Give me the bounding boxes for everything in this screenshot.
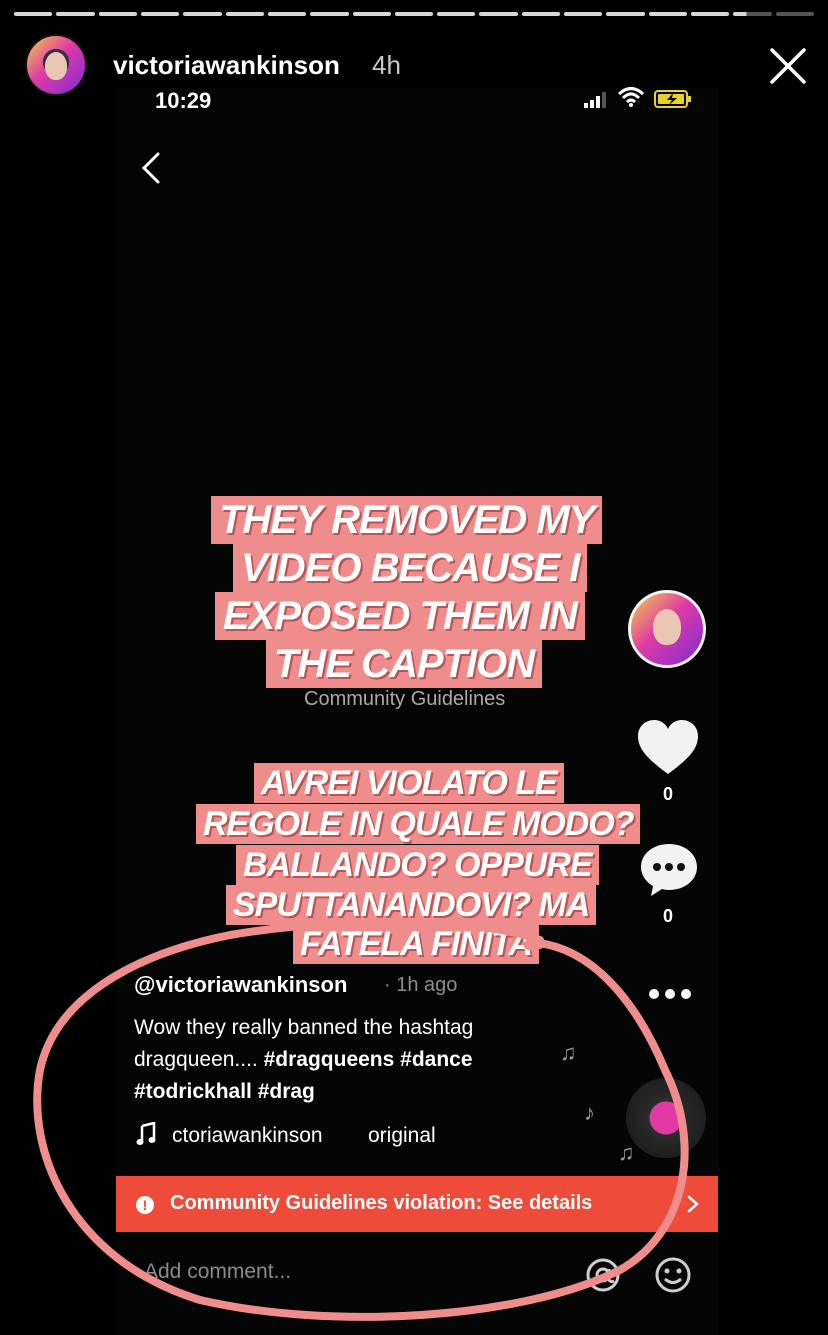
- status-time: 10:29: [155, 88, 212, 113]
- chevron-right-icon[interactable]: [686, 1194, 700, 1214]
- sound-author[interactable]: ctoriawankinson: [172, 1124, 323, 1148]
- caption-hashtags[interactable]: #todrickhall #drag: [134, 1080, 315, 1104]
- floating-note-icon: ♫: [618, 1140, 635, 1165]
- story-progress-segment: [183, 12, 222, 16]
- story-progress-segment: [267, 12, 307, 16]
- caption-hashtags[interactable]: #dragqueens #dance: [264, 1048, 473, 1071]
- sticker-line: THEY REMOVED MY: [211, 496, 603, 544]
- story-username[interactable]: victoriawankinson: [113, 50, 340, 81]
- story-progress-segment: [775, 12, 814, 16]
- story-progress-segment: [352, 12, 391, 16]
- story-progress-segment: [733, 12, 772, 16]
- music-note-icon: [136, 1122, 156, 1145]
- emoji-icon[interactable]: [654, 1256, 692, 1294]
- sticker-line: REGOLE IN QUALE MODO?: [196, 804, 641, 844]
- wifi-icon: [618, 87, 644, 107]
- story-progress-segment: [479, 12, 518, 16]
- story-progress-segment: [56, 12, 95, 16]
- caption-text-part: dragqueen....: [134, 1048, 264, 1071]
- caption-time: · 1h ago: [384, 974, 458, 996]
- sticker-line: FATELA FINITA: [293, 924, 539, 964]
- at-icon[interactable]: [584, 1256, 622, 1294]
- back-chevron-icon[interactable]: [138, 150, 164, 186]
- signal-icon: [584, 92, 606, 108]
- sticker-line: VIDEO BECAUSE I: [233, 544, 588, 592]
- story-progress-segment: [98, 12, 137, 16]
- battery-icon: [654, 90, 691, 108]
- creator-avatar[interactable]: [628, 590, 706, 668]
- floating-note-icon: ♪: [584, 1100, 595, 1125]
- story-progress-segment: [394, 12, 434, 16]
- story-progress-segment: [14, 12, 53, 16]
- caption-handle[interactable]: @victoriawankinson: [134, 972, 347, 998]
- close-icon[interactable]: [768, 46, 808, 86]
- like-count: 0: [662, 784, 673, 804]
- heart-icon[interactable]: [636, 718, 700, 776]
- story-progress-segment: [564, 12, 603, 16]
- story-progress-segment: [140, 12, 180, 16]
- story-progress-segment: [691, 12, 730, 16]
- violation-banner-text[interactable]: Community Guidelines violation: See deta…: [170, 1192, 592, 1215]
- story-time: 4h: [372, 50, 401, 80]
- story-avatar[interactable]: [25, 34, 87, 96]
- sticker-line: EXPOSED THEM IN: [215, 592, 585, 640]
- comment-bubble-icon[interactable]: [638, 842, 700, 898]
- sticker-line: BALLANDO? OPPURE: [236, 845, 599, 885]
- story-progress-segment: [310, 12, 349, 16]
- caption-text: dragqueen.... #dragqueens #dance: [134, 1048, 473, 1072]
- sticker-line: AVREI VIOLATO LE: [254, 763, 564, 803]
- sticker-line: THE CAPTION: [266, 640, 543, 688]
- story-progress-segment: [225, 12, 264, 16]
- sound-label[interactable]: original: [368, 1124, 436, 1148]
- add-comment-input[interactable]: Add comment...: [144, 1260, 291, 1284]
- comment-count: 0: [662, 906, 673, 926]
- story-progress-segment: [521, 12, 561, 16]
- community-guidelines-label: Community Guidelines: [304, 688, 506, 710]
- story-progress-segment: [437, 12, 476, 16]
- caption-text: Wow they really banned the hashtag: [134, 1016, 474, 1039]
- story-progress-bar: [14, 12, 814, 17]
- alert-icon: !: [136, 1196, 154, 1214]
- sound-disc[interactable]: [626, 1078, 706, 1158]
- story-progress-segment: [606, 12, 645, 16]
- floating-note-icon: ♫: [560, 1040, 577, 1065]
- more-dots-icon[interactable]: [646, 986, 694, 1002]
- story-progress-segment: [648, 12, 687, 16]
- sticker-line: SPUTTANANDOVI? MA: [226, 885, 597, 925]
